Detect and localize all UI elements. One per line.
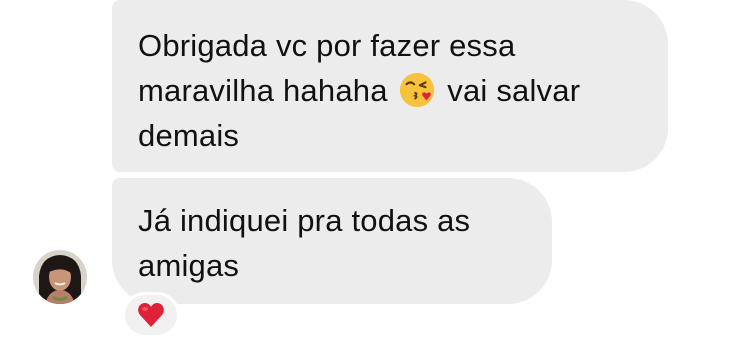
- avatar-photo: [33, 250, 87, 304]
- message-bubble-2[interactable]: Já indiquei pra todas as amigas: [112, 178, 552, 304]
- message-2-text: Já indiquei pra todas as amigas: [138, 203, 471, 283]
- kissing-face-with-heart-icon: [400, 72, 435, 108]
- reaction-badge[interactable]: [122, 292, 180, 338]
- heart-icon: [138, 303, 164, 327]
- message-bubble-1[interactable]: Obrigada vc por fazer essa maravilha hah…: [112, 0, 668, 172]
- avatar[interactable]: [33, 250, 87, 304]
